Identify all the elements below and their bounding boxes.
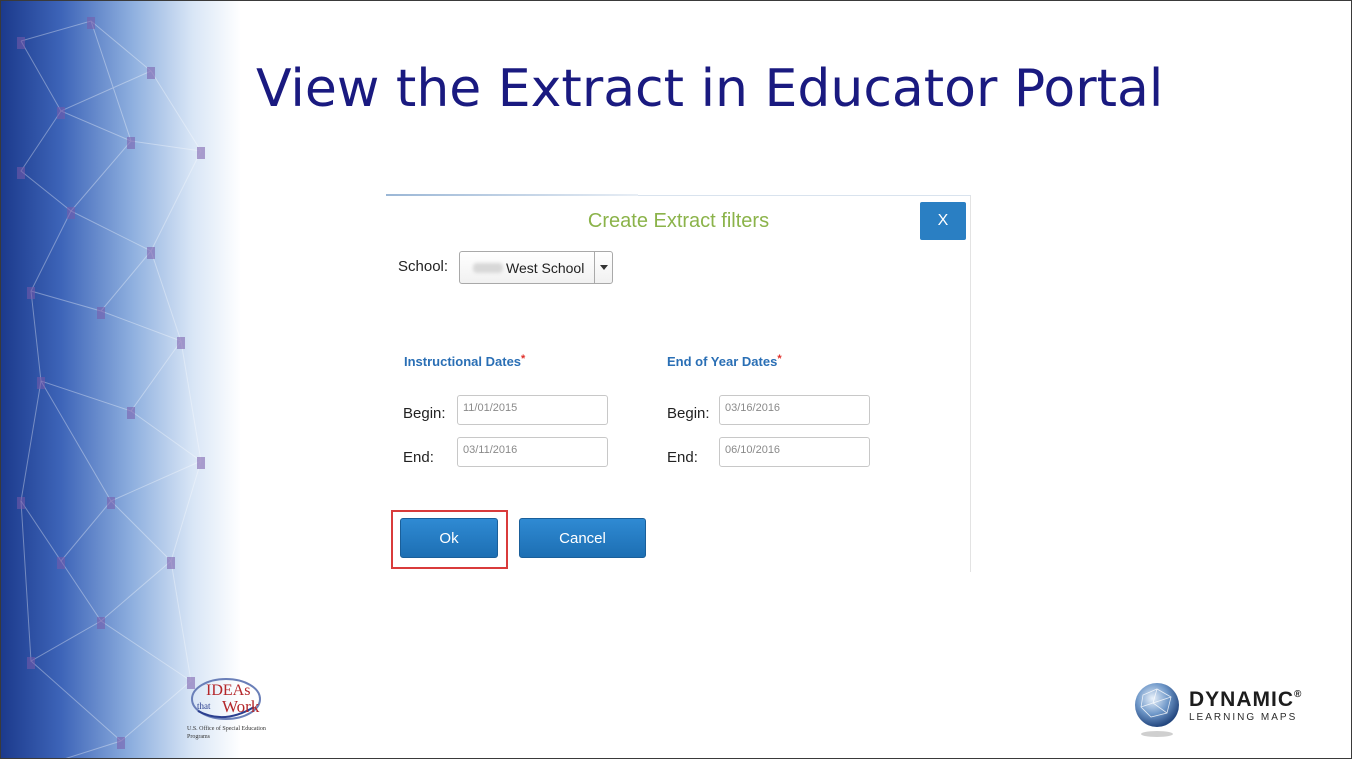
dialog-top-accent xyxy=(386,194,638,196)
instructional-end-label: End: xyxy=(403,449,434,466)
required-marker: * xyxy=(521,353,526,365)
instructional-begin-label: Begin: xyxy=(403,405,446,422)
slide-title: View the Extract in Educator Portal xyxy=(256,59,1164,119)
school-select[interactable]: West School xyxy=(459,251,613,284)
school-selected-value: West School xyxy=(506,260,585,276)
dynamic-learning-maps-logo: DYNAMIC® LEARNING MAPS xyxy=(1131,679,1321,741)
end-of-year-end-date-field[interactable]: 06/10/2016 xyxy=(719,437,870,467)
ideas-work: Work xyxy=(222,697,260,716)
ideas-that-work-logo: IDEAs that Work U.S. Office of Special E… xyxy=(184,673,294,753)
school-label: School: xyxy=(398,258,449,275)
chevron-down-icon[interactable] xyxy=(594,252,612,283)
instructional-dates-heading: Instructional Dates* xyxy=(404,353,526,369)
required-marker: * xyxy=(777,353,782,365)
end-of-year-end-label: End: xyxy=(667,449,698,466)
end-of-year-begin-label: Begin: xyxy=(667,405,710,422)
close-button[interactable]: X xyxy=(920,202,966,240)
cancel-button[interactable]: Cancel xyxy=(519,518,646,558)
end-of-year-dates-heading: End of Year Dates* xyxy=(667,353,782,369)
ideas-org-caption: U.S. Office of Special Education Program… xyxy=(187,726,266,740)
globe-icon xyxy=(1135,683,1179,737)
registered-mark: ® xyxy=(1294,689,1303,700)
dlm-wordmark: DYNAMIC® xyxy=(1189,688,1303,711)
network-graph-decoration xyxy=(17,17,205,758)
create-extract-filters-dialog: Create Extract filters X School: West Sc… xyxy=(386,194,971,572)
ideas-that: that xyxy=(197,701,211,711)
dlm-subtitle: LEARNING MAPS xyxy=(1189,712,1298,723)
instructional-end-date-field[interactable]: 03/11/2016 xyxy=(457,437,608,467)
network-background-band xyxy=(1,1,241,758)
ok-button[interactable]: Ok xyxy=(400,518,498,558)
dialog-title: Create Extract filters xyxy=(587,210,770,232)
end-of-year-begin-date-field[interactable]: 03/16/2016 xyxy=(719,395,870,425)
school-name-redaction xyxy=(473,263,503,273)
instructional-begin-date-field[interactable]: 11/01/2015 xyxy=(457,395,608,425)
slide: View the Extract in Educator Portal Crea… xyxy=(0,0,1352,759)
